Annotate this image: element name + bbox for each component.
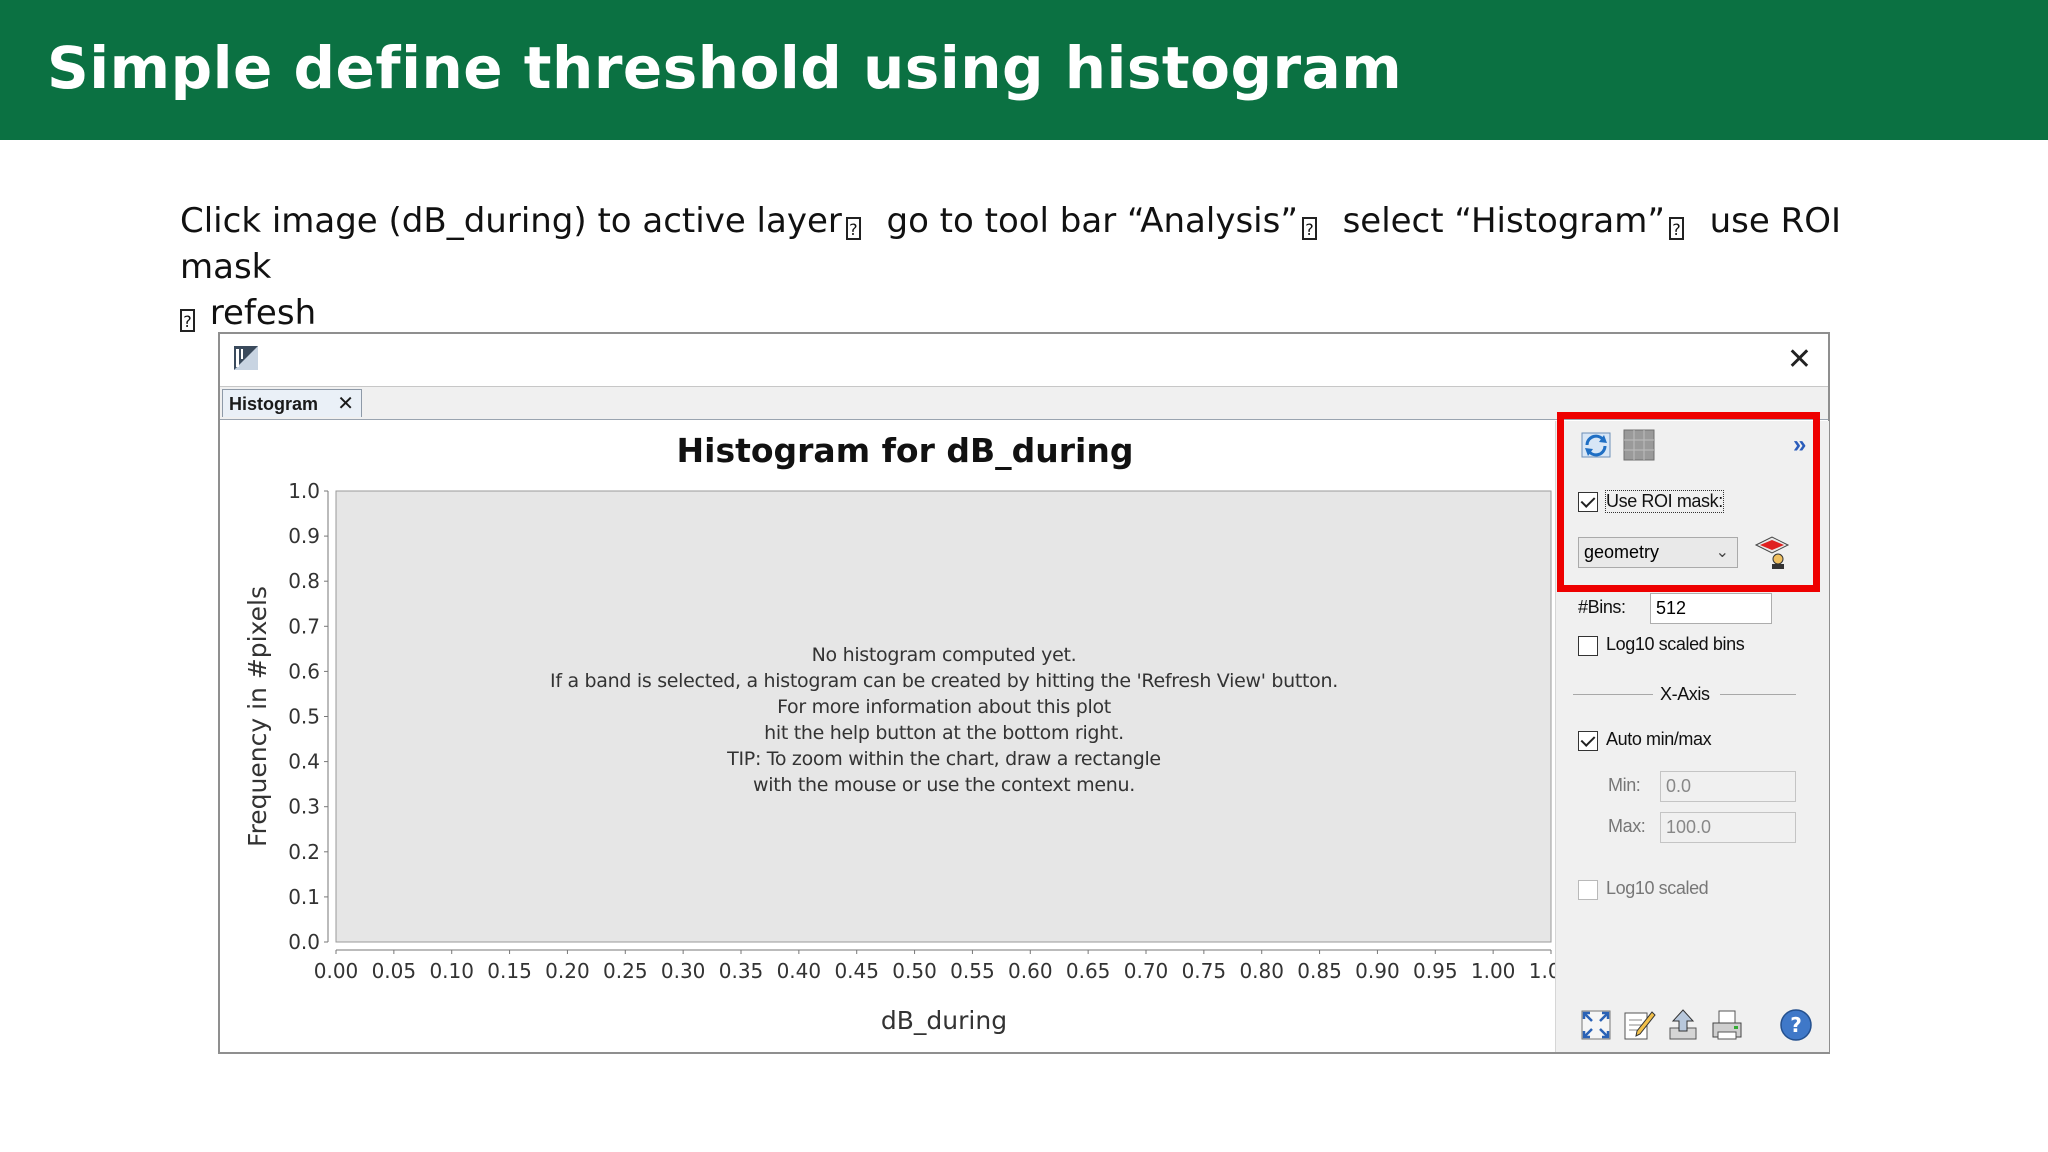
log10-scaled-bins-checkbox[interactable] [1578, 636, 1598, 656]
x-tick-label: 0.60 [1008, 959, 1053, 983]
log10-scaled-bins-label: Log10 scaled bins [1606, 634, 1745, 654]
x-tick-label: 0.55 [950, 959, 995, 983]
zoom-all-icon[interactable] [1579, 1008, 1613, 1042]
tab-histogram[interactable]: Histogram ✕ [222, 389, 362, 417]
plot-message-line: with the mouse or use the context menu. [753, 774, 1135, 796]
roi-highlight-box [1557, 412, 1820, 592]
x-tick-label: 0.40 [777, 959, 822, 983]
window-title-bar: ✕ [220, 334, 1828, 387]
x-tick-label: 0.65 [1066, 959, 1111, 983]
x-tick-label: 0.10 [429, 959, 474, 983]
print-icon[interactable] [1710, 1008, 1744, 1042]
y-tick-label: 0.8 [288, 569, 320, 593]
slide-title-bar: Simple define threshold using histogram [0, 0, 2048, 140]
arrow-glyph-icon: ? [1668, 217, 1684, 240]
x-tick-label: 0.75 [1182, 959, 1227, 983]
x-tick-label: 0.35 [719, 959, 764, 983]
x-tick-label: 0.95 [1413, 959, 1458, 983]
log10-scaled-checkbox[interactable] [1578, 880, 1598, 900]
x-tick-label: 0.85 [1297, 959, 1342, 983]
x-tick-label: 0.05 [372, 959, 417, 983]
arrow-glyph-icon: ? [1301, 217, 1317, 240]
min-input[interactable]: 0.0 [1660, 771, 1796, 802]
log10-scaled-label: Log10 scaled [1606, 878, 1709, 898]
plot-message-line: For more information about this plot [777, 696, 1111, 718]
chart-title: Histogram for dB_during [677, 431, 1134, 470]
y-tick-label: 0.9 [288, 524, 320, 548]
y-tick-label: 0.3 [288, 795, 320, 819]
bins-input[interactable]: 512 [1650, 593, 1772, 624]
plot-message-line: hit the help button at the bottom right. [764, 722, 1124, 744]
histogram-window: ✕ Histogram ✕ Histogram for dB_during 0.0… [218, 332, 1830, 1054]
y-tick-label: 0.7 [288, 614, 320, 638]
edit-properties-icon[interactable] [1622, 1008, 1656, 1042]
max-input[interactable]: 100.0 [1660, 812, 1796, 843]
instruction-step-3: select “Histogram” [1342, 201, 1665, 241]
export-icon[interactable] [1666, 1008, 1700, 1042]
histogram-chart[interactable]: Histogram for dB_during 0.0 0.1 0.2 0.3 0.4 0.… [222, 421, 1555, 1050]
app-icon [234, 346, 258, 370]
x-tick-label: 0.80 [1239, 959, 1284, 983]
bins-label: #Bins: [1578, 597, 1626, 617]
arrow-glyph-icon: ? [180, 309, 195, 332]
max-label: Max: [1608, 816, 1646, 836]
instruction-step-5: refesh [209, 293, 317, 333]
help-icon[interactable]: ? [1779, 1008, 1813, 1042]
x-tick-label: 0.30 [661, 959, 706, 983]
y-tick-label: 0.1 [288, 885, 320, 909]
y-tick-label: 1.0 [288, 479, 320, 503]
plot-message-line: TIP: To zoom within the chart, draw a re… [726, 748, 1161, 770]
y-tick-label: 0.6 [288, 659, 320, 683]
x-tick-label: 0.00 [314, 959, 359, 983]
x-tick-label: 0.25 [603, 959, 648, 983]
tab-close-icon[interactable]: ✕ [337, 390, 354, 418]
tab-label: Histogram [229, 394, 319, 414]
y-axis-label: Frequency in #pixels [243, 586, 272, 847]
y-tick-label: 0.2 [288, 840, 320, 864]
y-tick-label: 0.4 [288, 750, 320, 774]
instruction-step-1: Click image (dB_during) to active layer [180, 201, 842, 241]
x-tick-label: 0.45 [834, 959, 879, 983]
auto-min-max-checkbox[interactable] [1578, 731, 1598, 751]
x-axis-label: dB_during [881, 1006, 1007, 1035]
auto-min-max-label: Auto min/max [1606, 729, 1712, 749]
arrow-glyph-icon: ? [845, 217, 861, 240]
x-tick-label: 0.70 [1124, 959, 1169, 983]
svg-text:?: ? [1790, 1013, 1802, 1037]
instruction-text: Click image (dB_during) to active layer?… [180, 198, 1880, 336]
y-tick-label: 0.5 [288, 705, 320, 729]
x-tick-label: 0.20 [545, 959, 590, 983]
x-tick-label: 1.00 [1471, 959, 1516, 983]
plot-message-line: No histogram computed yet. [812, 644, 1077, 666]
instruction-step-2: go to tool bar “Analysis” [886, 201, 1298, 241]
divider [1573, 694, 1653, 695]
plot-message-line: If a band is selected, a histogram can b… [550, 670, 1338, 692]
x-tick-label: 1.05 [1529, 959, 1555, 983]
x-tick-label: 0.15 [487, 959, 532, 983]
x-axis-section-title: X-Axis [1660, 684, 1710, 704]
slide-title: Simple define threshold using histogram [47, 34, 1403, 102]
y-tick-label: 0.0 [288, 930, 320, 954]
min-label: Min: [1608, 775, 1641, 795]
x-tick-label: 0.90 [1355, 959, 1400, 983]
divider [1720, 694, 1796, 695]
x-tick-label: 0.50 [892, 959, 937, 983]
window-close-icon[interactable]: ✕ [1787, 342, 1812, 377]
